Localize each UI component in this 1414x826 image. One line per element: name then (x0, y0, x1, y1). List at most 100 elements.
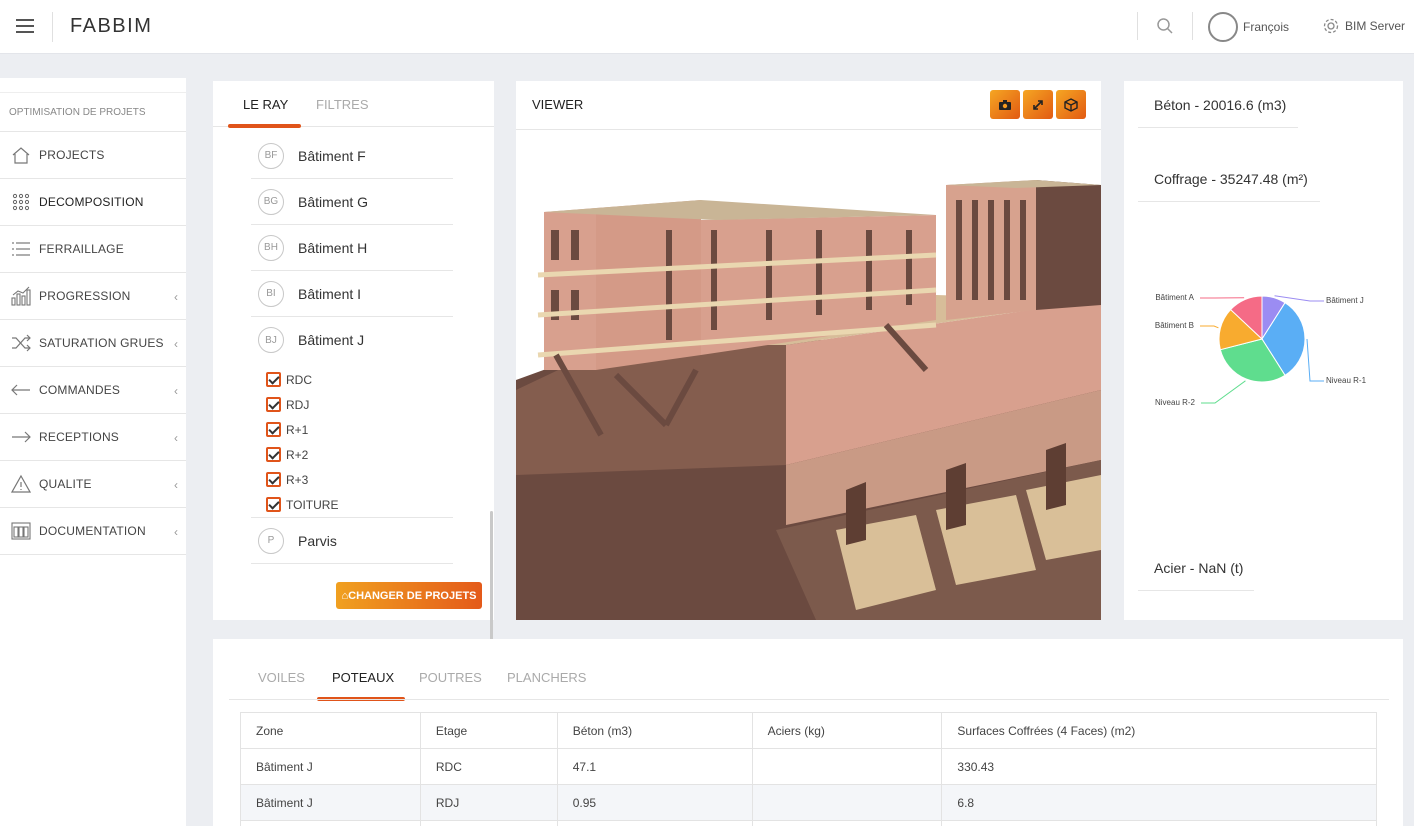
column-header[interactable]: Béton (m3) (556, 712, 753, 749)
sidebar-item-projects[interactable]: PROJECTS (0, 132, 186, 179)
bim-server-link[interactable]: BIM Server (1345, 19, 1405, 33)
building-name: Bâtiment H (298, 239, 368, 256)
sidebar-item-label: PROGRESSION (39, 289, 131, 303)
level-label: R+3 (286, 472, 309, 487)
table-cell (751, 820, 943, 826)
sidebar-item-label: QUALITE (39, 477, 92, 491)
level-item-r1[interactable]: R+1 (266, 417, 453, 442)
sidebar-item-label: PROJECTS (39, 148, 105, 162)
menu-icon[interactable] (16, 19, 34, 33)
tab-voiles[interactable]: VOILES (258, 670, 305, 685)
acier-total: Acier - NaN (t) (1138, 560, 1254, 591)
pie-label: Bâtiment B (1155, 321, 1194, 330)
change-project-button[interactable]: ⌂CHANGER DE PROJETS (336, 582, 482, 609)
tree-item-building-j[interactable]: BJ Bâtiment J (251, 317, 453, 363)
checkbox[interactable] (266, 422, 281, 437)
pie-chart: Bâtiment J Niveau R-1 Niveau R-2 Bâtiment B… (1124, 201, 1403, 581)
camera-icon (999, 99, 1011, 110)
sidebar-item-commandes[interactable]: COMMANDES ‹ (0, 367, 186, 414)
search-icon[interactable] (1156, 17, 1174, 35)
tree-item-building-h[interactable]: BH Bâtiment H (251, 225, 453, 271)
table-cell (751, 784, 943, 821)
user-name[interactable]: François (1243, 20, 1289, 34)
table-row[interactable]: Bâtiment J RDJ 0.95 6.8 (240, 784, 1377, 821)
tree-item-building-g[interactable]: BG Bâtiment G (251, 179, 453, 225)
chevron-left-icon: ‹ (174, 290, 178, 304)
table-cell (240, 820, 421, 826)
3d-view-button[interactable] (1056, 90, 1086, 119)
table-cell: 47.1 (556, 748, 753, 785)
tab-poutres[interactable]: POUTRES (419, 670, 482, 685)
building-model-render (516, 180, 1101, 620)
checkbox[interactable] (266, 397, 281, 412)
pie-label: Bâtiment A (1155, 293, 1194, 302)
tab-filtres[interactable]: FILTRES (316, 97, 369, 112)
tree-item-building-f[interactable]: BF Bâtiment F (251, 133, 453, 179)
table-cell (751, 748, 943, 785)
sidebar-item-saturation-grues[interactable]: SATURATION GRUES ‹ (0, 320, 186, 367)
level-item-toiture[interactable]: TOITURE (266, 492, 453, 517)
sidebar-item-ferraillage[interactable]: FERRAILLAGE (0, 226, 186, 273)
checkbox[interactable] (266, 472, 281, 487)
pie-label: Niveau R-2 (1155, 398, 1196, 407)
level-list: RDC RDJ R+1 R+2 R+3 TOITURE (251, 363, 453, 518)
tree-item-building-i[interactable]: BI Bâtiment I (251, 271, 453, 317)
sidebar-item-label: FERRAILLAGE (39, 242, 124, 256)
column-header[interactable]: Aciers (kg) (751, 712, 943, 749)
table-row[interactable]: Bâtiment J RDC 47.1 330.43 (240, 748, 1377, 785)
building-badge: BG (258, 188, 284, 215)
sidebar-item-label: DECOMPOSITION (39, 195, 144, 209)
building-name: Bâtiment F (298, 147, 366, 164)
tab-planchers[interactable]: PLANCHERS (507, 670, 586, 685)
tab-poteaux[interactable]: POTEAUX (332, 670, 394, 685)
bar-chart-icon (10, 285, 32, 307)
tree-item-parvis[interactable]: P Parvis (251, 518, 453, 564)
table-cell: 330.43 (941, 748, 1377, 785)
sidebar-item-documentation[interactable]: DOCUMENTATION ‹ (0, 508, 186, 555)
app-brand: FABBIM (70, 15, 153, 37)
sidebar-item-label: SATURATION GRUES (39, 336, 164, 350)
table-cell (556, 820, 753, 826)
divider (229, 699, 1389, 700)
gear-icon[interactable] (1322, 17, 1340, 35)
avatar[interactable] (1208, 12, 1238, 42)
column-header[interactable]: Etage (419, 712, 558, 749)
screenshot-button[interactable] (990, 90, 1020, 119)
pie-label: Niveau R-1 (1326, 376, 1367, 385)
building-badge: P (258, 527, 284, 554)
level-label: R+2 (286, 447, 309, 462)
sidebar-item-decomposition[interactable]: DECOMPOSITION (0, 179, 186, 226)
table-row[interactable] (240, 820, 1377, 826)
viewer-title: VIEWER (532, 97, 584, 112)
level-item-rdc[interactable]: RDC (266, 367, 453, 392)
panel-tabs: LE RAY FILTRES (213, 81, 494, 128)
home-icon (10, 144, 32, 166)
chevron-left-icon: ‹ (174, 337, 178, 351)
column-header[interactable]: Surfaces Coffrées (4 Faces) (m2) (941, 712, 1377, 749)
arrow-left-icon (10, 379, 32, 401)
sidebar-item-qualite[interactable]: QUALITE ‹ (0, 461, 186, 508)
level-item-r2[interactable]: R+2 (266, 442, 453, 467)
shuffle-icon (10, 332, 32, 354)
checkbox[interactable] (266, 372, 281, 387)
change-project-label: CHANGER DE PROJETS (348, 589, 477, 602)
level-item-rdj[interactable]: RDJ (266, 392, 453, 417)
fullscreen-button[interactable] (1023, 90, 1053, 119)
table-cell: Bâtiment J (240, 748, 421, 785)
elements-table-panel: VOILES POTEAUX POUTRES PLANCHERS Zone Et… (213, 639, 1403, 826)
sidebar-item-receptions[interactable]: RECEPTIONS ‹ (0, 414, 186, 461)
tab-le-ray[interactable]: LE RAY (243, 97, 288, 112)
active-tab-indicator (228, 124, 301, 128)
3d-model-canvas[interactable] (516, 130, 1101, 620)
table-cell: Bâtiment J (240, 784, 421, 821)
sidebar-item-progression[interactable]: PROGRESSION ‹ (0, 273, 186, 320)
viewer-panel: VIEWER (516, 81, 1101, 620)
table-cell: 0.95 (556, 784, 753, 821)
data-table: Zone Etage Béton (m3) Aciers (kg) Surfac… (240, 712, 1377, 826)
level-item-r3[interactable]: R+3 (266, 467, 453, 492)
column-header[interactable]: Zone (240, 712, 421, 749)
checkbox[interactable] (266, 497, 281, 512)
grid-dots-icon (10, 191, 32, 213)
scrollbar[interactable] (490, 511, 493, 651)
checkbox[interactable] (266, 447, 281, 462)
